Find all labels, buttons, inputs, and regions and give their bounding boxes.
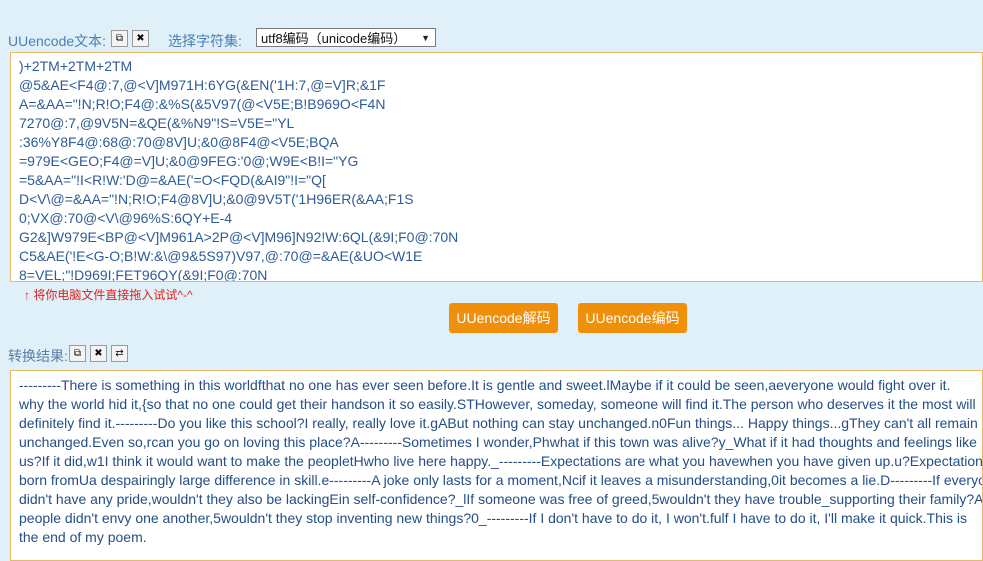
result-line: definitely find it.---------Do you like …	[19, 415, 978, 431]
decode-button[interactable]: UUencode解码	[449, 303, 558, 333]
encoded-line: )+2TM+2TM+2TM	[19, 58, 133, 74]
copy-result-icon[interactable]: ⧉	[69, 345, 86, 362]
encoded-line: :36%Y8F4@:68@:70@8V]U;&0@8F4@<V5E;BQA	[19, 134, 339, 150]
result-line: the end of my poem.	[19, 529, 147, 545]
result-line: why the world hid it,{so that no one cou…	[19, 396, 976, 412]
charset-label: 选择字符集:	[168, 33, 242, 49]
encoded-line: =5&AA="!I<R!W:'D@=&AE('=O<FQD(&AI9"!I="Q…	[19, 172, 326, 188]
dropdown-arrow-icon: ▼	[421, 33, 430, 43]
uuencode-text-label: UUencode文本:	[8, 33, 107, 49]
encoded-line: A=&AA="!N;R!O;F4@:&%S(&5V97(@<V5E;B!B969…	[19, 96, 386, 112]
encoded-line: D<V\@=&AA="!N;R!O;F4@8V]U;&0@9V5T('1H96E…	[19, 191, 414, 207]
encoded-line: G2&]W979E<BP@<V]M961A>2P@<V]M96]N92!W:6Q…	[19, 229, 459, 245]
encoded-line: 0;VX@:70@<V\@96%S:6QY+E-4	[19, 210, 233, 226]
copy-icon[interactable]: ⧉	[111, 30, 128, 47]
charset-value: utf8编码（unicode编码）	[261, 31, 407, 46]
result-label: 转换结果:	[8, 348, 68, 364]
encoded-line: =979E<GEO;F4@=V]U;&0@9FEG:'0@;W9E<B!I="Y…	[19, 153, 359, 169]
result-line: ---------There is something in this worl…	[19, 377, 951, 393]
encoded-line: 8=VEL;"!D969I;FET96QY(&9I;F0@:70N	[19, 267, 268, 282]
swap-icon[interactable]: ⇄	[111, 345, 128, 362]
charset-select[interactable]: utf8编码（unicode编码） ▼	[256, 28, 436, 47]
result-line: didn't have any pride,wouldn't they also…	[19, 491, 983, 507]
encoded-line: 7270@:7,@9V5N=&QE(&%N9"!S=V5E="YL	[19, 115, 295, 131]
result-output[interactable]: ---------There is something in this worl…	[10, 370, 983, 561]
result-line: born fromUa despairingly large differenc…	[19, 472, 983, 488]
uuencode-input[interactable]: )+2TM+2TM+2TM @5&AE<F4@:7,@<V]M971H:6YG(…	[10, 52, 983, 282]
encoded-line: C5&AE('!E<G-O;B!W:&\@9&5S97)V97,@:70@=&A…	[19, 248, 423, 264]
drag-file-hint: ↑ 将你电脑文件直接拖入试试^-^	[24, 288, 193, 302]
result-line: us?If it did,w1I think it would want to …	[19, 453, 983, 469]
result-line: unchanged.Even so,rcan you go on loving …	[19, 434, 977, 450]
clear-result-icon[interactable]: ✖	[90, 345, 107, 362]
result-line: people didn't envy one another,5wouldn't…	[19, 510, 967, 526]
encoded-line: @5&AE<F4@:7,@<V]M971H:6YG(&EN('1H:7,@=V]…	[19, 77, 386, 93]
clear-icon[interactable]: ✖	[132, 30, 149, 47]
encode-button[interactable]: UUencode编码	[578, 303, 687, 333]
